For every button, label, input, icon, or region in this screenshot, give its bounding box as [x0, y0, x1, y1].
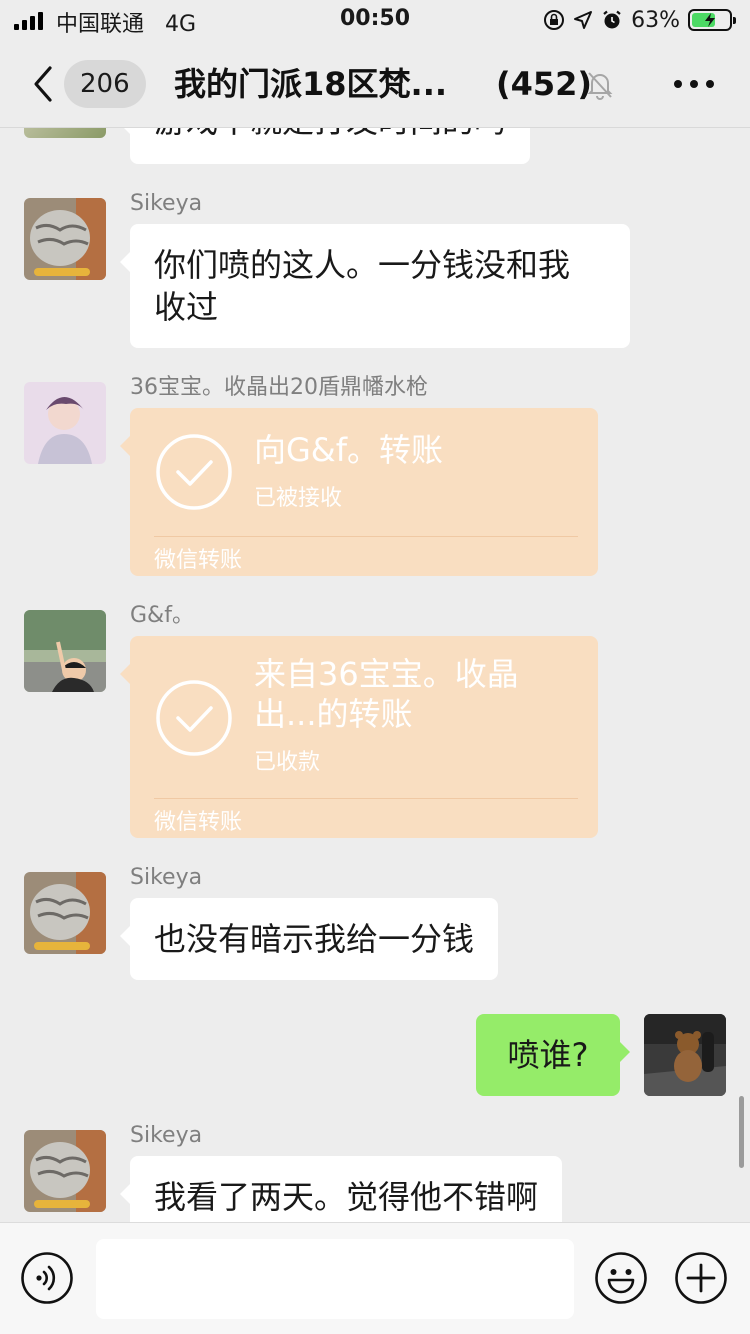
- divider: [154, 536, 578, 537]
- message-text-line: 你们喷的这人。一分钱没和我: [154, 246, 571, 284]
- transfer-status: 已被接收: [254, 486, 343, 511]
- avatar-gf[interactable]: [24, 610, 106, 692]
- message-text: 喷谁?: [507, 1036, 589, 1074]
- message-text: 我看了两天。觉得他不错啊: [154, 1178, 539, 1216]
- avatar-me[interactable]: [644, 1014, 726, 1096]
- transfer-check-icon: [156, 434, 232, 510]
- transfer-card[interactable]: 来自36宝宝。收晶 出...的转账 已收款 微信转账: [120, 636, 598, 838]
- transfer-title: 来自36宝宝。收晶 出...的转账: [254, 654, 578, 734]
- message-bubble-partial[interactable]: 游戏不就是打发时间的吗: [119, 128, 531, 164]
- unread-count-badge[interactable]: 206: [64, 60, 146, 108]
- message-bubble[interactable]: 我看了两天。觉得他不错啊: [119, 1156, 563, 1222]
- sender-name: Sikeya: [130, 865, 203, 890]
- back-chevron-icon[interactable]: [28, 62, 58, 106]
- mute-bell-icon: [587, 72, 613, 100]
- sender-name: G&f。: [130, 603, 194, 628]
- alarm-icon: [603, 10, 621, 29]
- emoji-icon[interactable]: [594, 1251, 648, 1305]
- transfer-footer: 微信转账: [154, 810, 243, 835]
- more-dots-icon[interactable]: [674, 80, 714, 90]
- sender-name: Sikeya: [130, 191, 203, 216]
- transfer-card[interactable]: 向G&f。转账 已被接收 微信转账: [120, 408, 598, 576]
- message-input[interactable]: [96, 1239, 574, 1319]
- message-text: 游戏不就是打发时间的吗: [154, 128, 506, 140]
- avatar-36baobao[interactable]: [24, 382, 106, 464]
- avatar-sikeya[interactable]: [24, 198, 106, 280]
- transfer-status: 已收款: [254, 750, 321, 775]
- battery-percent: 63%: [631, 7, 680, 33]
- sender-name: 36宝宝。收晶出20盾鼎幡水枪: [130, 375, 428, 400]
- plus-icon[interactable]: [674, 1251, 728, 1305]
- status-right: 63%: [543, 6, 736, 34]
- transfer-title: 向G&f。转账: [254, 431, 444, 469]
- message-bubble[interactable]: 你们喷的这人。一分钱没和我 收过: [120, 224, 630, 348]
- voice-icon[interactable]: [20, 1251, 74, 1305]
- location-icon: [574, 11, 593, 29]
- status-bar: 中国联通 4G 00:50 63%: [0, 0, 750, 40]
- avatar-sikeya[interactable]: [24, 872, 106, 954]
- avatar-partial[interactable]: [24, 128, 106, 138]
- sender-name: Sikeya: [130, 1123, 203, 1148]
- battery-charging-icon: [688, 9, 736, 31]
- scrollbar[interactable]: [739, 1096, 744, 1168]
- input-bar: [0, 1222, 750, 1334]
- transfer-title-line: 出...的转账: [254, 695, 413, 733]
- orientation-lock-icon: [544, 10, 565, 30]
- avatar-sikeya[interactable]: [24, 1130, 106, 1212]
- message-bubble[interactable]: 也没有暗示我给一分钱: [119, 898, 499, 980]
- transfer-check-icon: [156, 680, 232, 756]
- message-list[interactable]: 游戏不就是打发时间的吗 Sikeya 你们喷的这人。一分钱没和我 收过 36宝宝…: [0, 128, 750, 1222]
- chat-header: 206 我的门派18区梵... (452): [0, 40, 750, 128]
- divider: [154, 798, 578, 799]
- message-text-line: 收过: [154, 288, 219, 326]
- transfer-footer: 微信转账: [154, 548, 243, 573]
- my-message-bubble[interactable]: 喷谁?: [476, 1014, 630, 1096]
- member-count: (452): [496, 65, 593, 103]
- message-text: 也没有暗示我给一分钱: [154, 920, 475, 958]
- transfer-title-line: 来自36宝宝。收晶: [254, 655, 519, 693]
- chat-title[interactable]: 我的门派18区梵...: [174, 62, 447, 106]
